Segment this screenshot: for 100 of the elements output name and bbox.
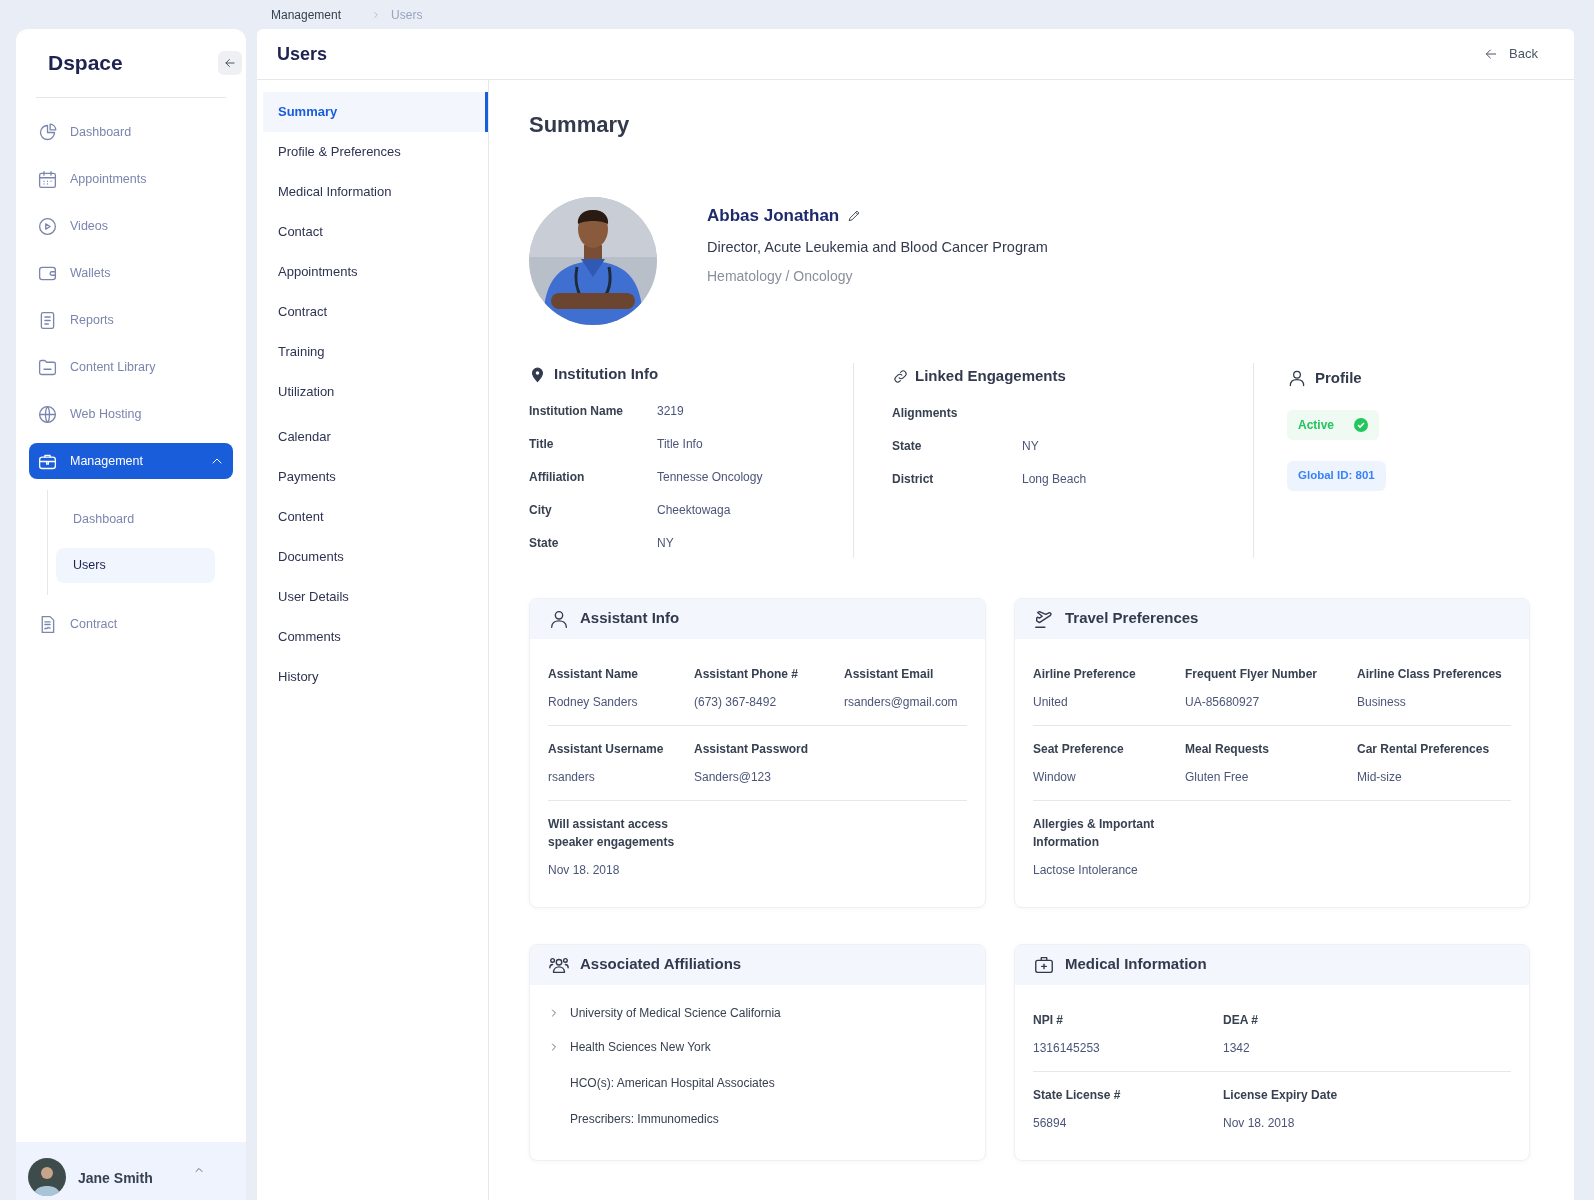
field-label: Frequent Flyer Number	[1185, 665, 1319, 683]
id-badge: Global ID: 801	[1287, 460, 1386, 491]
affiliation-detail: Prescribers: Immunomedics	[570, 1110, 719, 1128]
link-icon	[892, 367, 909, 385]
nav-item[interactable]: Contract	[29, 606, 233, 642]
subnav-tab[interactable]: Comments	[263, 617, 488, 657]
subnav-item[interactable]: Users	[56, 548, 215, 583]
subnav-tab[interactable]: Contract	[263, 292, 488, 332]
field-value: Cheektowaga	[657, 501, 731, 519]
nav-item[interactable]: Reports	[29, 302, 233, 338]
field-label: Assistant Username	[548, 740, 665, 758]
field-value: Gluten Free	[1185, 768, 1250, 786]
field-label: Assistant Password	[694, 740, 810, 758]
affiliation-name: Health Sciences New York	[570, 1038, 711, 1056]
field-value: Sanders@123	[694, 768, 772, 786]
panel-title: Linked Engagements	[915, 366, 1066, 386]
subnav-tab[interactable]: Medical Information	[263, 172, 488, 212]
field-label: Assistant Email	[844, 665, 935, 683]
field-value: 1316145253	[1033, 1039, 1101, 1057]
field-value: NY	[1022, 437, 1039, 455]
subnav-item[interactable]: Dashboard	[56, 502, 215, 537]
field-label: Assistant Name	[548, 665, 640, 683]
field-label: Will assistant access speaker engagements	[548, 815, 676, 851]
collapse-button[interactable]	[218, 51, 242, 75]
field-value: Long Beach	[1022, 470, 1087, 488]
subnav-tab[interactable]: Appointments	[263, 252, 488, 292]
field-value: 56894	[1033, 1114, 1068, 1132]
field-value: Lactose Intolerance	[1033, 861, 1139, 879]
field-label: Car Rental Preferences	[1357, 740, 1491, 758]
field-label: Alignments	[892, 404, 959, 422]
card-title: Assistant Info	[580, 608, 680, 629]
field-label: Meal Requests	[1185, 740, 1271, 758]
field-value: Mid-size	[1357, 768, 1403, 786]
panel-title: Profile	[1315, 368, 1362, 388]
subnav-tab[interactable]: History	[263, 657, 488, 697]
person-department: Hematology / Oncology	[707, 267, 854, 287]
subnav-tab[interactable]: Utilization	[263, 372, 488, 412]
field-value: Nov 18. 2018	[548, 861, 621, 879]
field-label: Airline Class Preferences	[1357, 665, 1503, 683]
field-label: Institution Name	[529, 402, 624, 420]
location-pin-icon	[529, 365, 546, 383]
person-name: Abbas Jonathan	[707, 205, 840, 227]
field-value: Business	[1357, 693, 1407, 711]
field-label: Assistant Phone #	[694, 665, 800, 683]
person-title: Director, Acute Leukemia and Blood Cancer Program	[707, 237, 1048, 257]
field-label: City	[529, 501, 553, 519]
card-title: Medical Information	[1065, 954, 1207, 975]
nav-item[interactable]: Wallets	[29, 255, 233, 291]
field-value: (673) 367-8492	[694, 693, 778, 711]
field-value: Rodney Sanders	[548, 693, 639, 711]
subnav-tab[interactable]: Training	[263, 332, 488, 372]
card-title: Associated Affiliations	[580, 954, 742, 975]
arrow-left-icon	[223, 56, 237, 70]
subnav-tab[interactable]: Summary	[263, 92, 488, 132]
subnav-tab[interactable]: Profile & Preferences	[263, 132, 488, 172]
field-value: NY	[657, 534, 674, 552]
play-icon	[37, 215, 58, 237]
field-label: License Expiry Date	[1223, 1086, 1339, 1104]
field-value: rsanders	[548, 768, 596, 786]
affiliation-name: University of Medical Science California	[570, 1004, 781, 1022]
card-title: Travel Preferences	[1065, 608, 1199, 629]
nav-item[interactable]: Appointments	[29, 161, 233, 197]
avatar-icon	[28, 1158, 66, 1196]
field-label: Affiliation	[529, 468, 586, 486]
field-label: District	[892, 470, 935, 488]
subnav-tab[interactable]: Calendar	[263, 417, 488, 457]
nav-item[interactable]: Content Library	[29, 349, 233, 385]
nav-item[interactable]: Videos	[29, 208, 233, 244]
page-title: Users	[277, 42, 328, 66]
nav-item[interactable]: Web Hosting	[29, 396, 233, 432]
field-value: Tennesse Oncology	[657, 468, 763, 486]
nav-item[interactable]: Management	[29, 443, 233, 479]
check-icon	[1354, 417, 1369, 432]
nav-item[interactable]: Dashboard	[29, 114, 233, 150]
breadcrumb-link[interactable]: Management	[271, 5, 342, 24]
subnav-tab[interactable]: User Details	[263, 577, 488, 617]
back-button[interactable]: Back	[1483, 44, 1554, 64]
field-value: rsanders@gmail.com	[844, 693, 959, 711]
subnav-tab[interactable]: Contact	[263, 212, 488, 252]
affiliation-detail: HCO(s): American Hospital Associates	[570, 1074, 775, 1092]
field-label: Title	[529, 435, 555, 453]
subnav-tab[interactable]: Payments	[263, 457, 488, 497]
field-value: 3219	[657, 402, 684, 420]
globe-icon	[37, 403, 58, 425]
section-heading: Summary	[529, 111, 631, 139]
field-value: Title Info	[657, 435, 703, 453]
pie-chart-icon	[37, 121, 58, 143]
field-value: Window	[1033, 768, 1077, 786]
field-value: 1342	[1223, 1039, 1251, 1057]
app-logo: Dspace	[48, 50, 123, 77]
user-name: Jane Smith	[78, 1169, 153, 1188]
field-label: DEA #	[1223, 1011, 1259, 1029]
field-label: NPI #	[1033, 1011, 1064, 1029]
user-icon	[1287, 368, 1307, 389]
field-label: State	[529, 534, 560, 552]
panel-title: Institution Info	[554, 364, 659, 384]
subnav-tab[interactable]: Documents	[263, 537, 488, 577]
subnav-tab[interactable]: Content	[263, 497, 488, 537]
status-badge: Active	[1287, 409, 1380, 440]
field-label: Airline Preference	[1033, 665, 1137, 683]
